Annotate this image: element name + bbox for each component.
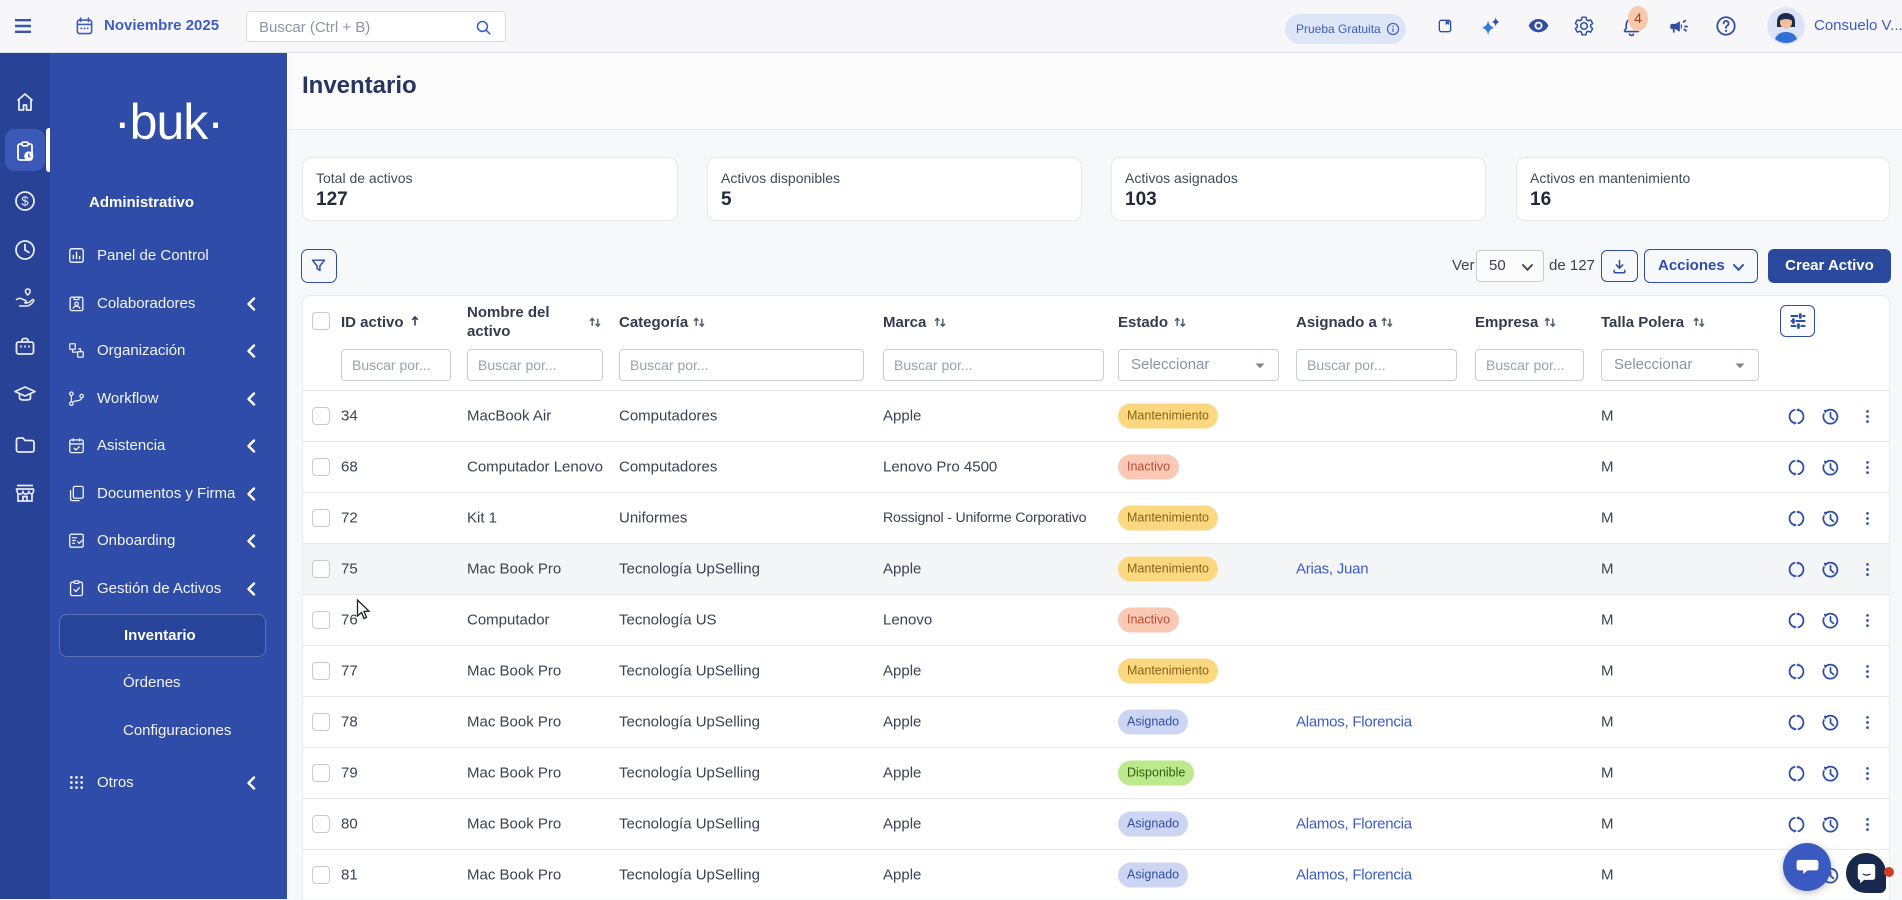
- svg-text:$: $: [21, 194, 29, 209]
